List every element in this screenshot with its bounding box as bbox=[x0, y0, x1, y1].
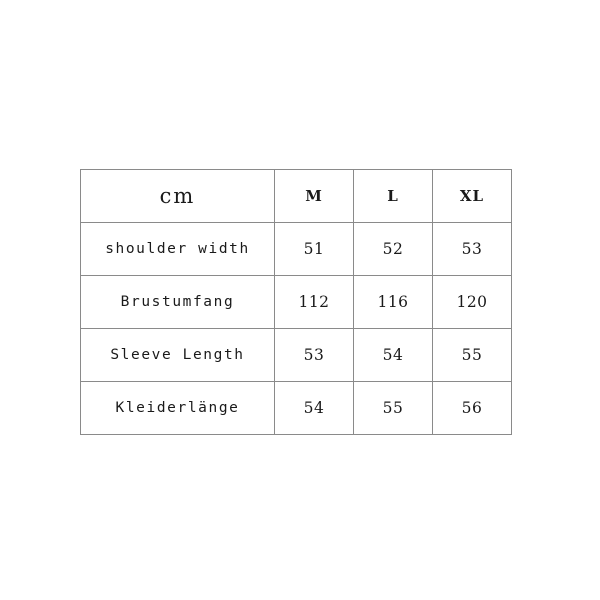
measurement-value-brustumfang-m: 112 bbox=[274, 275, 354, 329]
page-canvas: cm M L XL shoulder width 51 52 53 Brustu… bbox=[0, 0, 600, 600]
table-row: Kleiderlänge 54 55 56 bbox=[80, 381, 512, 435]
measurement-value-kleiderlaenge-m: 54 bbox=[274, 381, 354, 435]
measurement-value-shoulder-width-l: 52 bbox=[353, 222, 433, 276]
size-header-cell-l: L bbox=[353, 169, 433, 223]
measurement-value-kleiderlaenge-l: 55 bbox=[353, 381, 433, 435]
measurement-value-shoulder-width-m: 51 bbox=[274, 222, 354, 276]
measurement-value-sleeve-length-m: 53 bbox=[274, 328, 354, 382]
measurement-label-sleeve-length: Sleeve Length bbox=[80, 328, 275, 382]
measurement-label-brustumfang: Brustumfang bbox=[80, 275, 275, 329]
size-header-cell-xl: XL bbox=[432, 169, 512, 223]
measurement-value-brustumfang-xl: 120 bbox=[432, 275, 512, 329]
table-row: Sleeve Length 53 54 55 bbox=[80, 328, 512, 382]
measurement-label-kleiderlaenge: Kleiderlänge bbox=[80, 381, 275, 435]
measurement-value-brustumfang-l: 116 bbox=[353, 275, 433, 329]
measurement-value-sleeve-length-xl: 55 bbox=[432, 328, 512, 382]
measurement-value-kleiderlaenge-xl: 56 bbox=[432, 381, 512, 435]
size-header-cell-m: M bbox=[274, 169, 354, 223]
table-row: Brustumfang 112 116 120 bbox=[80, 275, 512, 329]
measurement-value-sleeve-length-l: 54 bbox=[353, 328, 433, 382]
measurement-label-shoulder-width: shoulder width bbox=[80, 222, 275, 276]
measurement-value-shoulder-width-xl: 53 bbox=[432, 222, 512, 276]
unit-header-cell: cm bbox=[80, 169, 275, 223]
size-chart-table: cm M L XL shoulder width 51 52 53 Brustu… bbox=[80, 169, 512, 435]
table-row: shoulder width 51 52 53 bbox=[80, 222, 512, 276]
table-header-row: cm M L XL bbox=[80, 169, 512, 223]
